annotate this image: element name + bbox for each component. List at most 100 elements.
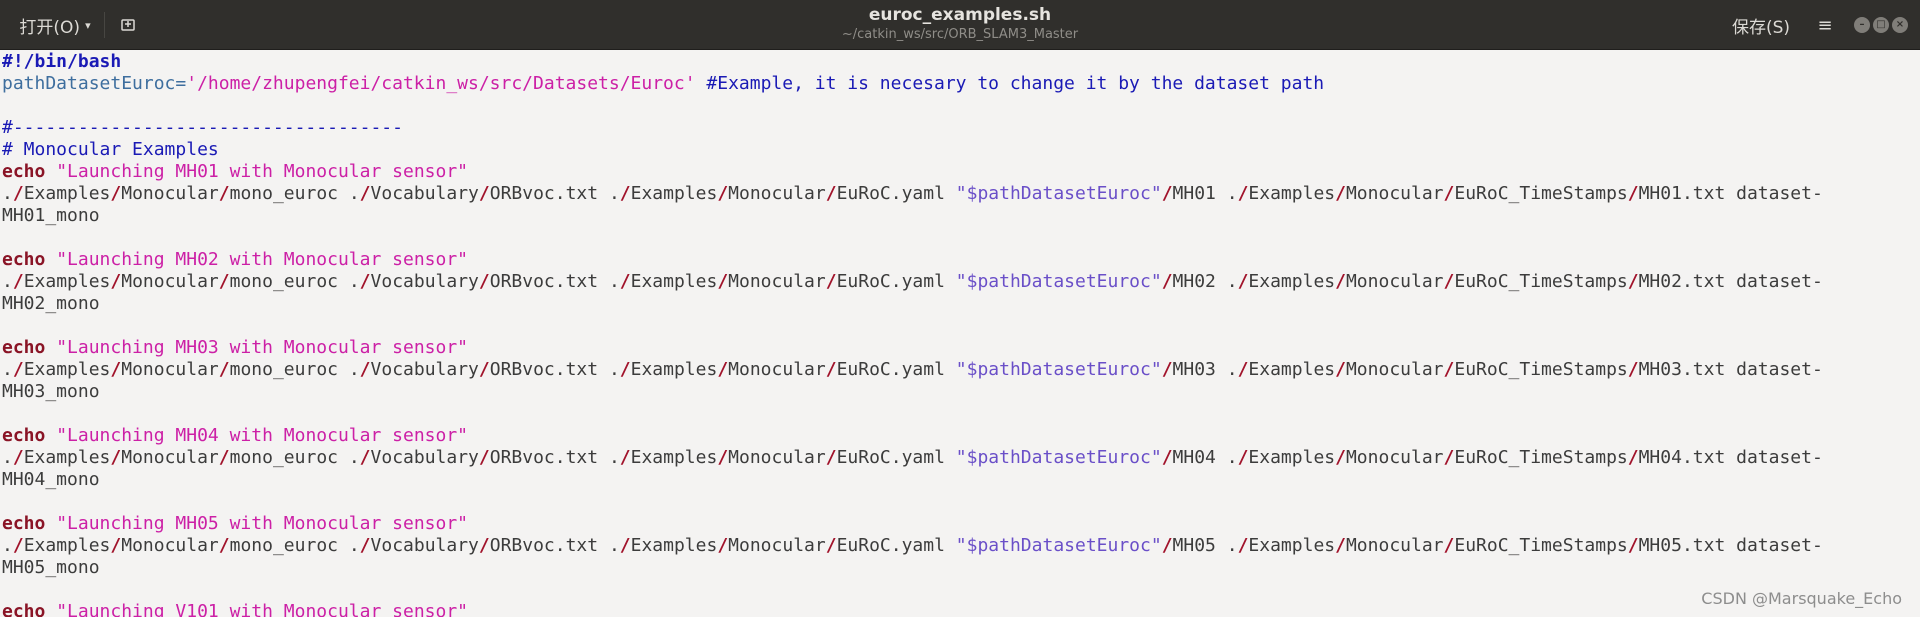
path-segment: Examples <box>630 271 718 292</box>
path-slash: / <box>825 271 837 292</box>
maximize-icon[interactable]: □ <box>1873 17 1889 33</box>
code-line-echo: echo "Launching MH03 with Monocular sens… <box>2 337 468 359</box>
path-slash: / <box>1237 183 1249 204</box>
path-slash: / <box>1237 447 1249 468</box>
path-segment: . <box>1226 447 1238 468</box>
path-slash: / <box>717 359 729 380</box>
save-button[interactable]: 保存(S) <box>1720 9 1802 41</box>
echo-string: "Launching MH03 with Monocular sensor" <box>56 337 469 358</box>
inline-comment: #Example, it is necesary to change it by… <box>695 73 1325 94</box>
command-paths: ./Examples/Monocular/mono_euroc ./Vocabu… <box>2 447 945 468</box>
timestamps-path: ./Examples/Monocular/EuRoC_TimeStamps/ <box>1227 359 1639 380</box>
path-segment: Monocular <box>728 271 826 292</box>
path-segment: EuRoC_TimeStamps <box>1454 359 1628 380</box>
open-button[interactable]: 打开(O) ▾ <box>6 9 98 41</box>
path-slash: / <box>110 535 122 556</box>
header-bar: 打开(O) ▾ euroc_examples.sh ~/catkin_ws/sr… <box>0 0 1920 50</box>
path-segment: . <box>1226 359 1238 380</box>
path-segment: EuRoC_TimeStamps <box>1454 447 1628 468</box>
path-segment: Monocular <box>121 359 219 380</box>
code-line-command: ./Examples/Monocular/mono_euroc ./Vocabu… <box>2 271 1823 293</box>
echo-keyword: echo <box>2 601 46 617</box>
shebang: #!/bin/bash <box>2 51 122 72</box>
code-line-echo: echo "Launching MH04 with Monocular sens… <box>2 425 468 447</box>
path-slash: / <box>12 535 24 556</box>
path-segment: Monocular <box>728 183 826 204</box>
path-segment: ORBvoc.txt . <box>489 359 620 380</box>
code-line-rule-comment: #------------------------------------ <box>2 117 403 139</box>
hamburger-menu-icon[interactable]: ≡ <box>1808 9 1842 41</box>
path-segment: Monocular <box>1345 271 1444 292</box>
window-title-group: euroc_examples.sh ~/catkin_ws/src/ORB_SL… <box>660 4 1260 43</box>
path-slash: / <box>359 271 371 292</box>
path-slash: / <box>825 183 837 204</box>
path-segment: mono_euroc . <box>229 535 360 556</box>
command-paths: ./Examples/Monocular/mono_euroc ./Vocabu… <box>2 183 945 204</box>
code-line-echo: echo "Launching MH05 with Monocular sens… <box>2 513 468 535</box>
text-editor[interactable]: #!/bin/bash pathDatasetEuroc='/home/zhup… <box>0 51 1920 617</box>
path-slash: / <box>1335 271 1346 292</box>
echo-string: "Launching MH02 with Monocular sensor" <box>56 249 469 270</box>
path-segment: ORBvoc.txt . <box>489 535 620 556</box>
path-segment: EuRoC.yaml <box>836 447 945 468</box>
path-slash: / <box>1443 183 1455 204</box>
minimize-icon[interactable]: – <box>1854 17 1870 33</box>
window-controls: – □ × <box>1854 17 1908 33</box>
path-segment: . <box>1226 183 1238 204</box>
dataset-variable: "$pathDatasetEuroc" <box>955 271 1162 292</box>
path-segment: mono_euroc . <box>229 271 360 292</box>
path-slash: / <box>218 183 230 204</box>
path-slash: / <box>1443 447 1455 468</box>
window-subtitle: ~/catkin_ws/src/ORB_SLAM3_Master <box>841 27 1079 42</box>
section-comment: # Monocular Examples <box>2 139 219 160</box>
path-segment: Monocular <box>1345 535 1444 556</box>
header-separator <box>104 12 105 38</box>
path-segment: Monocular <box>728 447 826 468</box>
path-slash: / <box>12 183 24 204</box>
path-segment: MH05 <box>1172 535 1216 556</box>
dataset-variable: "$pathDatasetEuroc" <box>955 183 1162 204</box>
path-segment: EuRoC_TimeStamps <box>1454 271 1628 292</box>
path-segment: EuRoC_TimeStamps <box>1454 535 1628 556</box>
dataset-variable: "$pathDatasetEuroc" <box>955 535 1162 556</box>
path-segment: Monocular <box>728 359 826 380</box>
path-segment: Vocabulary <box>370 271 479 292</box>
path-segment: Examples <box>1248 535 1336 556</box>
new-document-button[interactable] <box>110 9 146 41</box>
path-slash: / <box>359 183 371 204</box>
dataset-variable: "$pathDatasetEuroc" <box>955 447 1162 468</box>
path-segment: Vocabulary <box>370 535 479 556</box>
path-segment: MH04 <box>1172 447 1216 468</box>
path-segment: . <box>2 447 13 468</box>
path-segment: mono_euroc . <box>229 183 360 204</box>
path-segment: EuRoC.yaml <box>836 535 945 556</box>
path-slash: / <box>619 447 631 468</box>
code-line-echo: echo "Launching V101 with Monocular sens… <box>2 601 468 617</box>
path-segment: Monocular <box>728 535 826 556</box>
path-segment: ORBvoc.txt . <box>489 183 620 204</box>
path-slash: / <box>1335 535 1346 556</box>
path-segment: Vocabulary <box>370 359 479 380</box>
echo-string: "Launching MH05 with Monocular sensor" <box>56 513 469 534</box>
sequence-path: /MH03 <box>1162 359 1216 380</box>
path-slash: / <box>1627 183 1639 204</box>
echo-keyword: echo <box>2 161 46 182</box>
echo-keyword: echo <box>2 425 46 446</box>
path-slash: / <box>1161 359 1173 380</box>
code-line-wrapped: MH04_mono <box>2 469 100 490</box>
close-icon[interactable]: × <box>1892 17 1908 33</box>
path-segment: EuRoC.yaml <box>836 271 945 292</box>
path-slash: / <box>478 535 490 556</box>
path-slash: / <box>12 271 24 292</box>
path-slash: / <box>1237 359 1249 380</box>
path-slash: / <box>478 271 490 292</box>
path-segment: . <box>2 535 13 556</box>
code-line-command: ./Examples/Monocular/mono_euroc ./Vocabu… <box>2 535 1823 557</box>
path-segment: Vocabulary <box>370 183 479 204</box>
path-slash: / <box>1161 535 1173 556</box>
sequence-path: /MH04 <box>1162 447 1216 468</box>
path-slash: / <box>717 447 729 468</box>
path-segment: Examples <box>23 447 111 468</box>
timestamps-path: ./Examples/Monocular/EuRoC_TimeStamps/ <box>1227 447 1639 468</box>
path-segment: Monocular <box>121 271 219 292</box>
